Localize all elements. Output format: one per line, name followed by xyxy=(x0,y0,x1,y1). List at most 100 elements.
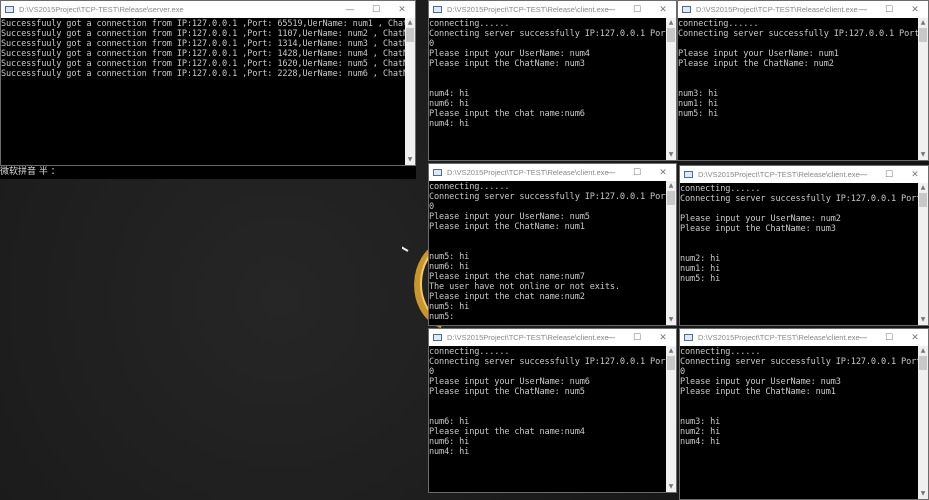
console-output[interactable]: connecting...... Connecting server succes… xyxy=(680,183,918,325)
console-output[interactable]: connecting...... Connecting server succes… xyxy=(429,346,666,492)
close-button[interactable]: ✕ xyxy=(650,164,676,181)
scroll-down-icon[interactable]: ▼ xyxy=(666,150,676,160)
minimize-button[interactable]: — xyxy=(598,329,624,346)
vertical-scrollbar[interactable]: ▲ ▼ xyxy=(666,181,676,325)
close-button[interactable]: ✕ xyxy=(902,166,928,183)
scroll-down-icon[interactable]: ▼ xyxy=(918,150,928,160)
title-bar[interactable]: D:\VS2015Project\TCP-TEST\Release\client… xyxy=(429,1,676,18)
close-button[interactable]: ✕ xyxy=(902,329,928,346)
vertical-scrollbar[interactable]: ▲ ▼ xyxy=(666,18,676,160)
close-button[interactable]: ✕ xyxy=(650,329,676,346)
vertical-scrollbar[interactable]: ▲ ▼ xyxy=(666,346,676,492)
scroll-down-icon[interactable]: ▼ xyxy=(918,489,928,499)
client-num1-console-window[interactable]: D:\VS2015Project\TCP-TEST\Release\client… xyxy=(677,0,929,161)
console-line: connecting...... xyxy=(678,19,759,29)
maximize-button[interactable]: ☐ xyxy=(624,164,650,181)
vertical-scrollbar[interactable]: ▲ ▼ xyxy=(918,183,928,325)
console-line: Please input the chat name:num4 xyxy=(429,427,585,437)
scroll-up-icon[interactable]: ▲ xyxy=(666,346,676,356)
close-button[interactable]: ✕ xyxy=(650,1,676,18)
minimize-button[interactable]: — xyxy=(850,329,876,346)
vertical-scrollbar[interactable]: ▲ ▼ xyxy=(405,18,415,165)
client-num3-console-window[interactable]: D:\VS2015Project\TCP-TEST\Release\client… xyxy=(679,328,929,500)
scroll-down-icon[interactable]: ▼ xyxy=(918,315,928,325)
scroll-thumb[interactable] xyxy=(919,28,927,42)
console-line: Please input the chat name:num2 xyxy=(429,292,585,302)
minimize-button[interactable]: — xyxy=(850,1,876,18)
console-line: Please input your UserName: num4 xyxy=(429,49,590,59)
window-title: D:\VS2015Project\TCP-TEST\Release\client… xyxy=(447,5,609,14)
console-line: num3: hi xyxy=(680,417,721,427)
minimize-button[interactable]: — xyxy=(337,1,363,18)
console-line: Please input your UserName: num5 xyxy=(429,212,590,222)
minimize-button[interactable]: — xyxy=(850,166,876,183)
maximize-button[interactable]: ☐ xyxy=(876,1,902,18)
title-bar[interactable]: D:\VS2015Project\TCP-TEST\Release\server… xyxy=(1,1,415,18)
scroll-thumb[interactable] xyxy=(667,191,675,205)
console-line: num1: hi xyxy=(678,99,719,109)
console-line: Successfuuly got a connection from IP:12… xyxy=(1,29,405,39)
scroll-down-icon[interactable]: ▼ xyxy=(666,482,676,492)
console-line: Successfuuly got a connection from IP:12… xyxy=(1,39,405,49)
console-line: num4: hi xyxy=(429,447,470,457)
vertical-scrollbar[interactable]: ▲ ▼ xyxy=(918,18,928,160)
client-num4-console-window[interactable]: D:\VS2015Project\TCP-TEST\Release\client… xyxy=(428,0,677,161)
console-app-icon xyxy=(433,334,442,341)
scroll-thumb[interactable] xyxy=(919,356,927,370)
window-title: D:\VS2015Project\TCP-TEST\Release\client… xyxy=(696,5,858,14)
scroll-up-icon[interactable]: ▲ xyxy=(918,183,928,193)
scroll-up-icon[interactable]: ▲ xyxy=(918,18,928,28)
console-line: Please input your UserName: num6 xyxy=(429,377,590,387)
console-line: Successfuuly got a connection from IP:12… xyxy=(1,49,405,59)
scroll-thumb[interactable] xyxy=(667,356,675,370)
scroll-down-icon[interactable]: ▼ xyxy=(405,155,415,165)
scroll-thumb[interactable] xyxy=(667,28,675,42)
title-bar[interactable]: D:\VS2015Project\TCP-TEST\Release\client… xyxy=(678,1,928,18)
maximize-button[interactable]: ☐ xyxy=(624,1,650,18)
client-num2-console-window[interactable]: D:\VS2015Project\TCP-TEST\Release\client… xyxy=(679,165,929,326)
title-bar[interactable]: D:\VS2015Project\TCP-TEST\Release\client… xyxy=(429,164,676,181)
close-button[interactable]: ✕ xyxy=(389,1,415,18)
maximize-button[interactable]: ☐ xyxy=(363,1,389,18)
console-output[interactable]: connecting...... Connecting server succes… xyxy=(429,18,666,160)
console-line: Please input your UserName: num1 xyxy=(678,49,839,59)
console-line: Connecting server successfully IP:127.0.… xyxy=(429,357,666,367)
console-app-icon xyxy=(684,171,693,178)
scroll-up-icon[interactable]: ▲ xyxy=(405,18,415,28)
maximize-button[interactable]: ☐ xyxy=(624,329,650,346)
client-num5-console-window[interactable]: D:\VS2015Project\TCP-TEST\Release\client… xyxy=(428,163,677,326)
console-output[interactable]: Successfuuly got a connection from IP:12… xyxy=(1,18,405,165)
scroll-up-icon[interactable]: ▲ xyxy=(666,18,676,28)
console-line: Please input the ChatName: num5 xyxy=(429,387,585,397)
console-line: Connecting server successfully IP:127.0.… xyxy=(429,192,666,202)
console-line: num6: hi xyxy=(429,99,470,109)
console-output[interactable]: connecting...... Connecting server succes… xyxy=(429,181,666,325)
scroll-thumb[interactable] xyxy=(919,193,927,207)
maximize-button[interactable]: ☐ xyxy=(876,166,902,183)
maximize-button[interactable]: ☐ xyxy=(876,329,902,346)
console-line: num5: hi xyxy=(680,274,721,284)
console-output[interactable]: connecting...... Connecting server succes… xyxy=(680,346,918,499)
close-button[interactable]: ✕ xyxy=(902,1,928,18)
scroll-down-icon[interactable]: ▼ xyxy=(666,315,676,325)
console-output[interactable]: connecting...... Connecting server succes… xyxy=(678,18,918,160)
scroll-up-icon[interactable]: ▲ xyxy=(918,346,928,356)
minimize-button[interactable]: — xyxy=(598,1,624,18)
scroll-up-icon[interactable]: ▲ xyxy=(666,181,676,191)
console-line: num4: hi xyxy=(680,437,721,447)
title-bar[interactable]: D:\VS2015Project\TCP-TEST\Release\client… xyxy=(680,329,928,346)
title-bar[interactable]: D:\VS2015Project\TCP-TEST\Release\client… xyxy=(429,329,676,346)
client-num6-console-window[interactable]: D:\VS2015Project\TCP-TEST\Release\client… xyxy=(428,328,677,493)
scroll-thumb[interactable] xyxy=(406,28,414,42)
minimize-button[interactable]: — xyxy=(598,164,624,181)
server-console-window[interactable]: D:\VS2015Project\TCP-TEST\Release\server… xyxy=(0,0,416,166)
title-bar[interactable]: D:\VS2015Project\TCP-TEST\Release\client… xyxy=(680,166,928,183)
vertical-scrollbar[interactable]: ▲ ▼ xyxy=(918,346,928,499)
